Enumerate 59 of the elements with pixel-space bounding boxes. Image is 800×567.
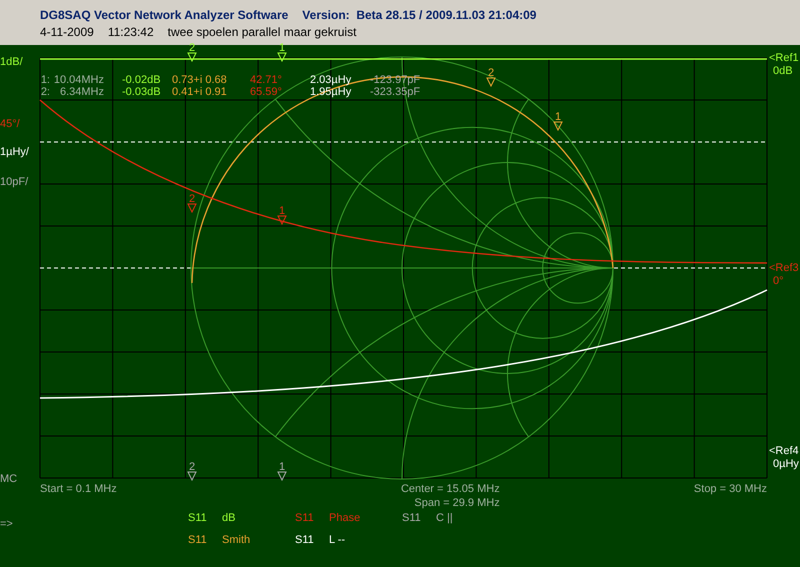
reference-value: 0° — [773, 275, 784, 287]
trace-parameter: S11 — [295, 512, 315, 524]
scale-label: 45°/ — [0, 118, 20, 130]
trace-format: L -- — [329, 534, 346, 546]
time-text: 11:23:42 — [108, 25, 154, 39]
marker-readout: 6.34MHz — [58, 86, 104, 98]
marker-readout: 1: — [40, 74, 50, 86]
trace-format: Smith — [222, 534, 252, 546]
marker-readout: 2.03µHy — [309, 74, 352, 86]
marker-readout: 42.71° — [249, 74, 283, 86]
trace-format: Phase — [329, 512, 362, 524]
trace-parameter: S11 — [188, 512, 208, 524]
trace-parameter: S11 — [188, 534, 208, 546]
span-frequency: Span = 29.9 MHz — [414, 496, 500, 510]
marker-readout: 2: — [40, 86, 50, 98]
marker-readout: -0.02dB — [121, 74, 162, 86]
marker-readout: -323.35pF — [369, 86, 422, 98]
app-title: DG8SAQ Vector Network Analyzer Software — [40, 8, 288, 22]
marker-number: 2 — [188, 193, 196, 205]
scale-label: => — [0, 518, 13, 530]
reference-label: <Ref4 — [769, 445, 799, 457]
stop-frequency: Stop = 30 MHz — [694, 482, 767, 496]
marker-readout: -0.03dB — [121, 86, 162, 98]
trace-format: dB — [222, 512, 236, 524]
version-text: Version: Beta 28.15 / 2009.11.03 21:04:09 — [302, 8, 536, 22]
marker-readout: 0.41+i 0.91 — [172, 86, 228, 98]
scale-label: 1µHy/ — [0, 146, 29, 158]
marker-triangle-icon — [277, 216, 287, 226]
scale-label: 1dB/ — [0, 56, 23, 68]
reference-value: 0dB — [773, 65, 793, 77]
trace-parameter: S11 — [295, 534, 315, 546]
marker-readout: 65.59° — [249, 86, 283, 98]
marker-triangle-icon — [553, 122, 563, 132]
marker-triangle-icon — [277, 472, 287, 482]
start-frequency: Start = 0.1 MHz — [40, 482, 117, 496]
marker-triangle-icon — [277, 52, 287, 62]
marker-number: 2 — [188, 461, 196, 473]
reference-label: <Ref3 — [769, 262, 799, 274]
marker-number: 2 — [488, 67, 494, 79]
scale-label: MC — [0, 473, 18, 485]
measurement-note: twee spoelen parallel maar gekruist — [168, 25, 356, 39]
reference-value: 0µHy — [773, 458, 799, 470]
marker-number: 1 — [278, 42, 286, 54]
marker-readout: 10.04MHz — [52, 74, 104, 86]
trace-format: C || — [436, 512, 454, 524]
marker-triangle-icon — [187, 52, 197, 62]
marker-number: 2 — [188, 42, 196, 54]
center-frequency: Center = 15.05 MHz — [400, 482, 500, 496]
marker-number: 1 — [554, 111, 562, 123]
marker-number: 1 — [278, 461, 286, 473]
reference-label: <Ref1 — [769, 52, 799, 64]
trace-parameter: S11 — [402, 512, 422, 524]
scale-label: 10pF/ — [0, 176, 28, 188]
marker-triangle-icon — [187, 472, 197, 482]
marker-triangle-icon — [187, 204, 197, 214]
marker-readout: 0.73+i 0.68 — [172, 74, 228, 86]
marker-triangle-icon — [486, 78, 496, 88]
date-text: 4-11-2009 — [40, 25, 94, 39]
marker-number: 1 — [278, 205, 286, 217]
